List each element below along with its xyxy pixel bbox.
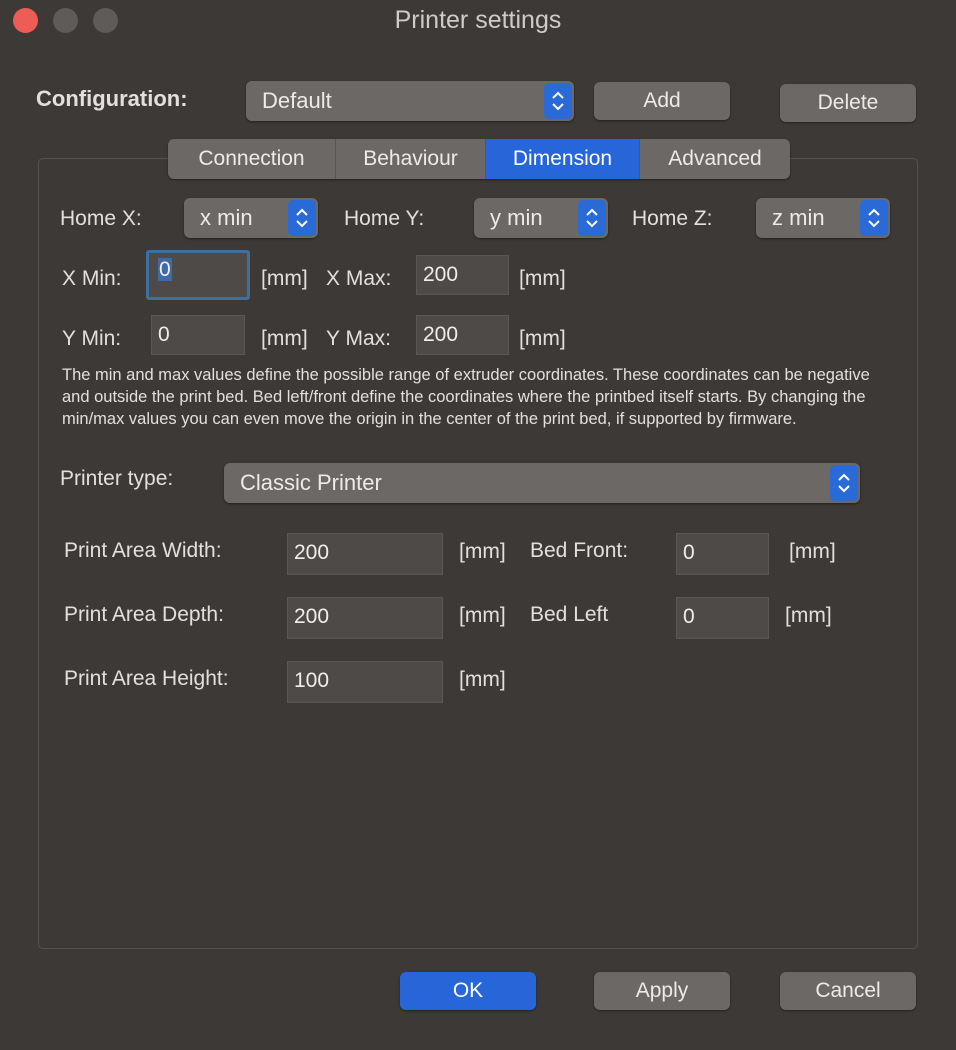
y-max-input[interactable]: 200 <box>416 315 509 355</box>
tab-dimension[interactable]: Dimension <box>486 139 640 179</box>
print-area-height-input[interactable]: 100 <box>287 661 443 703</box>
configuration-value: Default <box>262 88 332 113</box>
home-z-select[interactable]: z min <box>756 198 890 238</box>
x-min-label: X Min: <box>62 267 122 290</box>
configuration-select[interactable]: Default <box>246 81 574 121</box>
y-min-label: Y Min: <box>62 327 122 350</box>
bed-front-input[interactable]: 0 <box>676 533 769 575</box>
tab-advanced[interactable]: Advanced <box>640 139 790 179</box>
print-area-height-unit: [mm] <box>459 668 506 691</box>
y-max-label: Y Max: <box>326 327 391 350</box>
delete-button[interactable]: Delete <box>780 84 916 122</box>
cancel-button[interactable]: Cancel <box>780 972 916 1010</box>
ok-button[interactable]: OK <box>400 972 536 1010</box>
home-y-label: Home Y: <box>344 207 425 230</box>
x-min-input[interactable]: 0 <box>146 250 250 300</box>
print-area-width-label: Print Area Width: <box>64 539 222 562</box>
configuration-label: Configuration: <box>36 86 188 111</box>
x-min-unit: [mm] <box>261 267 308 290</box>
bed-left-input[interactable]: 0 <box>676 597 769 639</box>
home-y-select[interactable]: y min <box>474 198 608 238</box>
window-title: Printer settings <box>394 6 562 34</box>
print-area-width-input[interactable]: 200 <box>287 533 443 575</box>
printer-type-value: Classic Printer <box>240 470 382 495</box>
chevron-up-down-icon <box>578 200 606 236</box>
chevron-up-down-icon <box>830 465 858 501</box>
home-x-label: Home X: <box>60 207 142 230</box>
tab-behaviour[interactable]: Behaviour <box>336 139 486 179</box>
home-x-select[interactable]: x min <box>184 198 318 238</box>
print-area-depth-label: Print Area Depth: <box>64 603 224 626</box>
apply-button[interactable]: Apply <box>594 972 730 1010</box>
print-area-width-unit: [mm] <box>459 540 506 563</box>
print-area-height-label: Print Area Height: <box>64 667 229 690</box>
chevron-up-down-icon <box>544 83 572 119</box>
x-max-input[interactable]: 200 <box>416 255 509 295</box>
tab-bar: Connection Behaviour Dimension Advanced <box>168 139 790 179</box>
home-z-label: Home Z: <box>632 207 713 230</box>
printer-type-label: Printer type: <box>60 467 174 490</box>
y-min-input[interactable]: 0 <box>151 315 245 355</box>
print-area-depth-unit: [mm] <box>459 604 506 627</box>
title-bar: Printer settings <box>0 0 956 40</box>
coordinate-description: The min and max values define the possib… <box>62 366 870 428</box>
add-button[interactable]: Add <box>594 82 730 120</box>
y-min-unit: [mm] <box>261 327 308 350</box>
tab-connection[interactable]: Connection <box>168 139 336 179</box>
print-area-depth-input[interactable]: 200 <box>287 597 443 639</box>
chevron-up-down-icon <box>860 200 888 236</box>
bed-left-label: Bed Left <box>530 603 609 626</box>
x-max-label: X Max: <box>326 267 392 290</box>
bed-front-unit: [mm] <box>789 540 836 563</box>
chevron-up-down-icon <box>288 200 316 236</box>
x-min-value: 0 <box>158 258 172 281</box>
bed-left-unit: [mm] <box>785 604 832 627</box>
y-max-unit: [mm] <box>519 327 566 350</box>
home-y-value: y min <box>490 205 543 230</box>
bed-front-label: Bed Front: <box>530 539 629 562</box>
home-z-value: z min <box>772 205 825 230</box>
x-max-unit: [mm] <box>519 267 566 290</box>
printer-type-select[interactable]: Classic Printer <box>224 463 860 503</box>
home-x-value: x min <box>200 205 253 230</box>
